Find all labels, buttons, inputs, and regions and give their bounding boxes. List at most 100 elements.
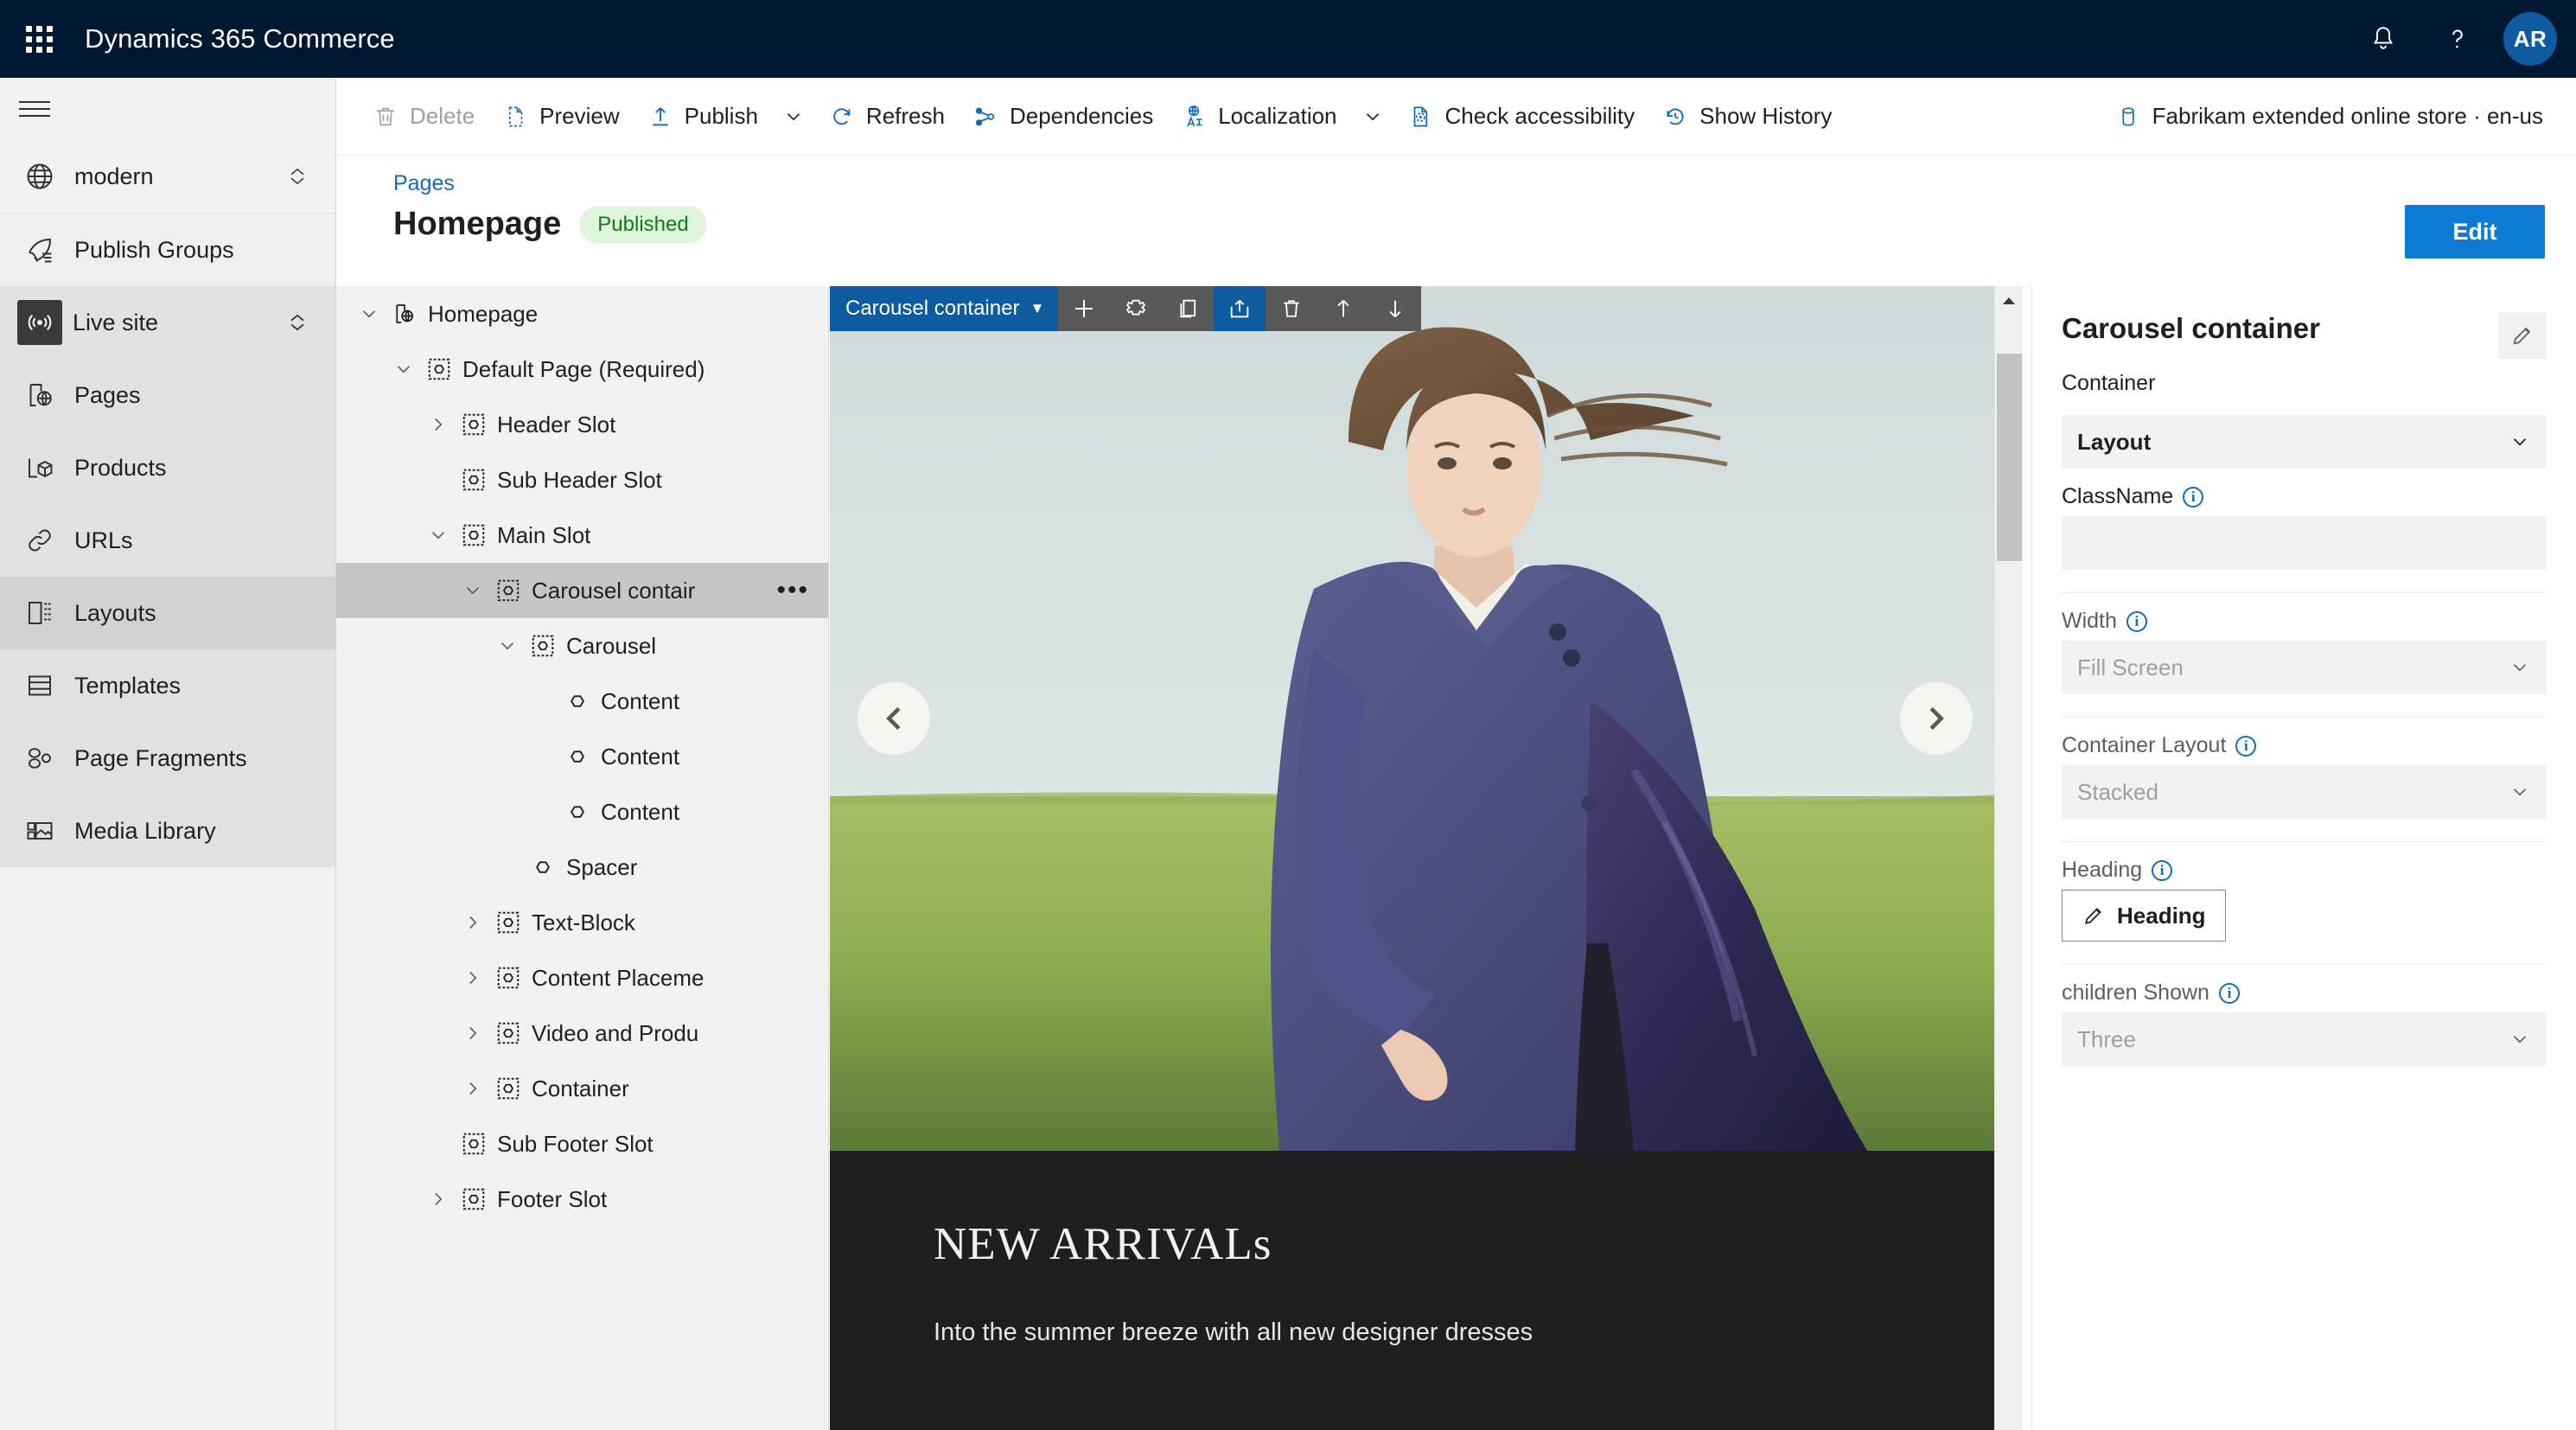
heading-edit-button[interactable]: Heading xyxy=(2062,890,2226,942)
carousel-next-button[interactable] xyxy=(1900,682,1973,755)
copy-icon[interactable] xyxy=(1162,286,1215,331)
preview-page-icon xyxy=(502,104,528,130)
scrollbar-thumb[interactable] xyxy=(1997,354,2022,561)
localization-dropdown-caret[interactable] xyxy=(1351,90,1394,144)
width-select[interactable]: Fill Screen xyxy=(2062,641,2547,694)
module-slot-icon xyxy=(456,522,492,548)
add-plus-icon[interactable] xyxy=(1058,286,1111,331)
scroll-up-arrow-icon[interactable] xyxy=(1995,286,2023,316)
publish-button[interactable]: Publish xyxy=(634,90,772,144)
sidebar-item-site[interactable]: modern xyxy=(0,140,335,213)
carousel-prev-button[interactable] xyxy=(858,682,930,755)
cmd-label: Show History xyxy=(1699,103,1833,129)
info-icon[interactable]: i xyxy=(2183,486,2204,508)
refresh-button[interactable]: Refresh xyxy=(815,90,959,144)
tree-node[interactable]: Text-Block xyxy=(336,895,828,950)
move-up-icon[interactable] xyxy=(1317,286,1370,331)
sidebar-item-templates[interactable]: Templates xyxy=(0,649,335,722)
tree-node[interactable]: Content xyxy=(336,784,828,839)
info-icon[interactable]: i xyxy=(2126,610,2147,632)
tree-node[interactable]: Content xyxy=(336,729,828,784)
classname-input[interactable] xyxy=(2062,516,2547,570)
container-layout-select[interactable]: Stacked xyxy=(2062,765,2547,819)
tree-node[interactable]: Footer Slot xyxy=(336,1171,828,1227)
carousel-heading: NEW ARRIVALs xyxy=(934,1219,1272,1269)
tree-node[interactable]: Homepage xyxy=(336,286,828,342)
delete-button[interactable]: Delete xyxy=(359,90,488,144)
tree-node[interactable]: Content Placeme xyxy=(336,950,828,1005)
chevron-right-icon[interactable] xyxy=(421,1188,456,1210)
tree-node[interactable]: Spacer xyxy=(336,839,828,895)
refresh-icon xyxy=(829,104,855,130)
chevron-right-icon[interactable] xyxy=(456,967,490,989)
chevron-down-icon[interactable] xyxy=(386,358,421,380)
show-history-button[interactable]: Show History xyxy=(1648,90,1846,144)
tree-node[interactable]: Sub Header Slot xyxy=(336,452,828,508)
sidebar-label: Publish Groups xyxy=(74,236,234,263)
bell-icon[interactable] xyxy=(2346,0,2420,78)
breadcrumb[interactable]: Pages xyxy=(393,171,455,196)
tree-node[interactable]: Default Page (Required) xyxy=(336,342,828,397)
chevron-right-icon[interactable] xyxy=(456,911,490,934)
pencil-edit-icon[interactable] xyxy=(2498,312,2547,359)
module-slot-icon xyxy=(525,633,561,659)
tree-node[interactable]: Main Slot xyxy=(336,508,828,563)
children-shown-select[interactable]: Three xyxy=(2062,1012,2547,1066)
page-globe-icon xyxy=(386,301,423,327)
tree-node[interactable]: Header Slot xyxy=(336,397,828,452)
info-icon[interactable]: i xyxy=(2235,735,2257,756)
preview-button[interactable]: Preview xyxy=(488,90,633,144)
sidebar-label: Pages xyxy=(74,381,141,408)
properties-subtitle: Container xyxy=(2062,371,2156,395)
tree-node[interactable]: Carousel contair ••• xyxy=(336,563,828,618)
check-accessibility-button[interactable]: Check accessibility xyxy=(1394,90,1649,144)
sidebar-item-products[interactable]: Products xyxy=(0,431,335,504)
tree-node[interactable]: Video and Produ xyxy=(336,1005,828,1061)
share-icon[interactable] xyxy=(1214,286,1266,331)
info-icon[interactable]: i xyxy=(2218,982,2240,1004)
tree-node-more-options[interactable]: ••• xyxy=(776,576,809,605)
hero-photo xyxy=(830,286,1999,1151)
move-down-icon[interactable] xyxy=(1369,286,1422,331)
layout-section-select[interactable]: Layout xyxy=(2062,415,2547,469)
chevron-down-icon[interactable] xyxy=(352,303,386,325)
sidebar-item-publish-groups[interactable]: Publish Groups xyxy=(0,214,335,286)
expand-collapse-icon[interactable] xyxy=(285,164,309,188)
tree-node[interactable]: Carousel xyxy=(336,618,828,674)
carousel-caption: NEW ARRIVALs Into the summer breeze with… xyxy=(830,1151,1999,1430)
hamburger-menu-icon[interactable] xyxy=(0,78,335,140)
tree-node[interactable]: Container xyxy=(336,1061,828,1116)
trash-icon[interactable] xyxy=(1266,286,1318,331)
chevron-right-icon[interactable] xyxy=(456,1077,490,1100)
page-structure-tree[interactable]: Homepage Default Page (Required) Header Sl… xyxy=(336,286,829,1430)
sidebar-item-layouts[interactable]: Layouts xyxy=(0,577,335,649)
chevron-down-icon[interactable] xyxy=(490,635,525,657)
chevron-right-icon[interactable] xyxy=(421,413,456,436)
info-icon[interactable]: i xyxy=(2152,859,2173,881)
layout-icon xyxy=(16,597,64,629)
localization-button[interactable]: Localization xyxy=(1167,90,1350,144)
tree-node[interactable]: Content xyxy=(336,674,828,729)
chevron-down-icon[interactable] xyxy=(421,524,456,546)
store-selector[interactable]: Fabrikam extended online store · en-us xyxy=(2116,103,2576,130)
module-add-icon[interactable] xyxy=(1110,286,1163,331)
sidebar-item-urls[interactable]: URLs xyxy=(0,504,335,577)
publish-dropdown-caret[interactable] xyxy=(772,90,815,144)
sidebar-item-live-site[interactable]: Live site xyxy=(0,286,335,359)
expand-collapse-icon[interactable] xyxy=(285,310,309,335)
page-canvas: NEW ARRIVALs Into the summer breeze with… xyxy=(830,286,2031,1430)
waffle-grid-icon[interactable] xyxy=(0,0,78,78)
module-name-dropdown[interactable]: Carousel container ▼ xyxy=(830,286,1059,331)
chevron-down-icon xyxy=(2509,656,2531,679)
sidebar-item-pages[interactable]: Pages xyxy=(0,359,335,431)
sidebar-item-page-fragments[interactable]: Page Fragments xyxy=(0,722,335,795)
dependencies-button[interactable]: Dependencies xyxy=(959,90,1167,144)
canvas-scrollbar[interactable] xyxy=(1994,286,2023,1430)
chevron-down-icon[interactable] xyxy=(456,579,490,602)
avatar[interactable]: AR xyxy=(2503,12,2557,66)
chevron-right-icon[interactable] xyxy=(456,1022,490,1044)
edit-button[interactable]: Edit xyxy=(2405,205,2545,259)
sidebar-item-media-library[interactable]: Media Library xyxy=(0,795,335,867)
tree-node[interactable]: Sub Footer Slot xyxy=(336,1116,828,1171)
question-mark-icon[interactable] xyxy=(2420,0,2495,78)
